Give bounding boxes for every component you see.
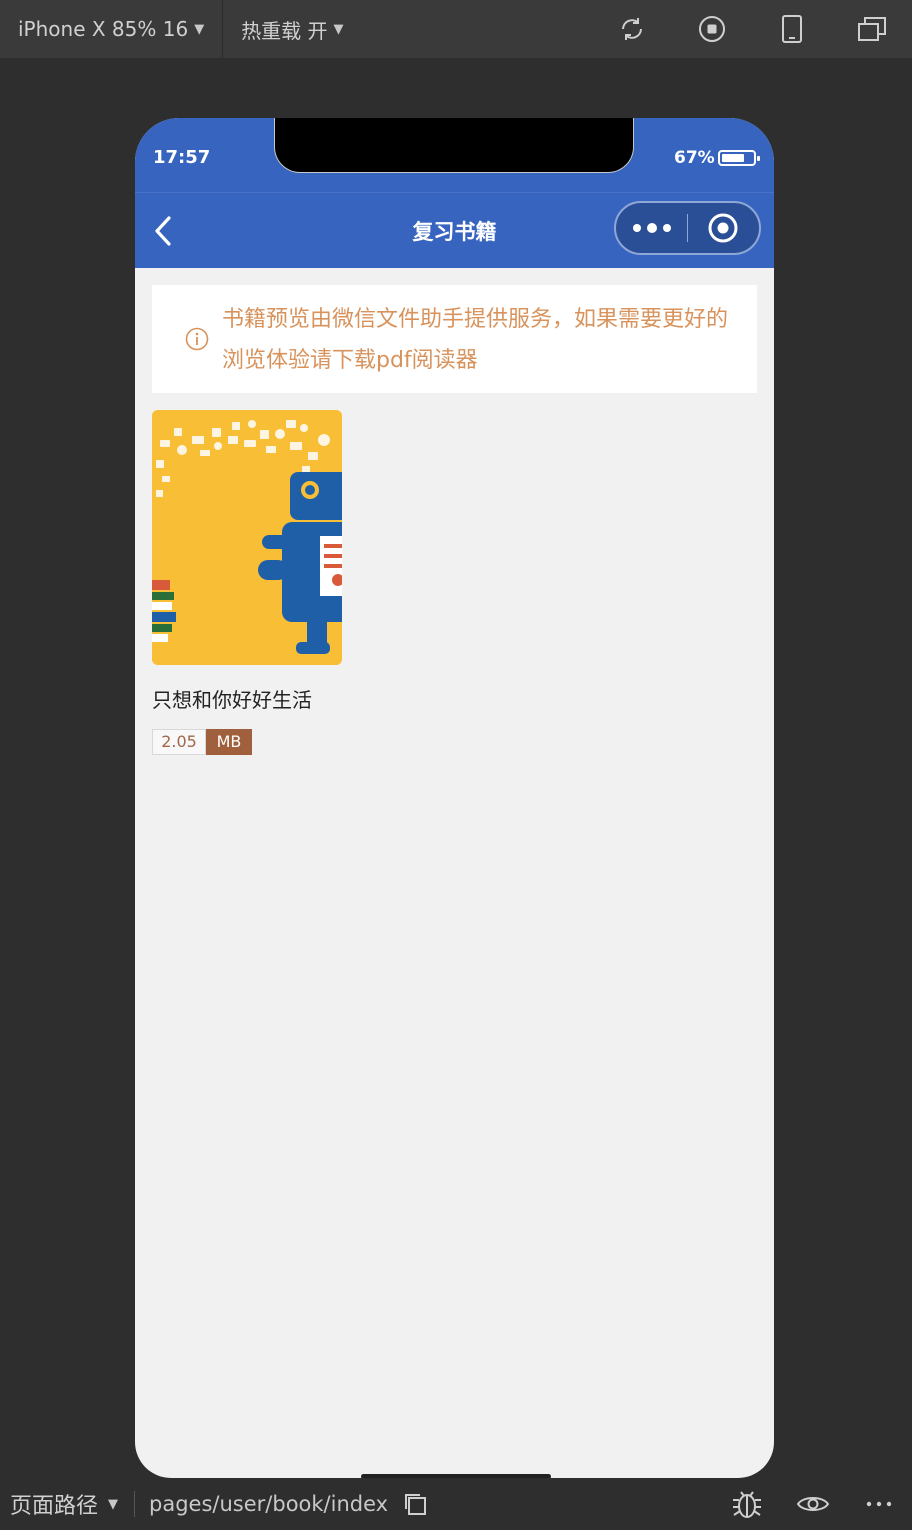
notch <box>274 118 634 173</box>
ide-bottom-bar: 页面路径 ▼ pages/user/book/index <box>0 1478 912 1530</box>
hot-reload-toggle[interactable]: 热重载 开 ▼ <box>223 0 361 58</box>
page-path-dropdown[interactable]: 页面路径 ▼ <box>0 1488 118 1520</box>
nav-bar: 复习书籍 <box>135 192 774 268</box>
bottom-bar-divider <box>134 1491 136 1517</box>
notice-text: 书籍预览由微信文件助手提供服务，如果需要更好的浏览体验请下载pdf阅读器 <box>222 307 729 373</box>
device-selector[interactable]: iPhone X 85% 16 ▼ <box>0 0 222 58</box>
copy-icon[interactable] <box>402 1491 428 1517</box>
more-icon[interactable] <box>616 203 687 253</box>
stop-icon[interactable] <box>672 0 752 58</box>
hot-reload-label: 热重载 开 <box>241 18 328 43</box>
phone-icon[interactable] <box>752 0 832 58</box>
close-target-icon[interactable] <box>688 203 759 253</box>
file-size-unit: MB <box>206 729 252 755</box>
ide-toolbar: iPhone X 85% 16 ▼ 热重载 开 ▼ <box>0 0 912 58</box>
book-cover-image[interactable] <box>152 410 342 665</box>
status-bar: 17:57 67% <box>135 118 774 192</box>
status-time: 17:57 <box>153 147 211 168</box>
window-icon[interactable] <box>832 0 912 58</box>
file-size-value: 2.05 <box>152 729 206 755</box>
debug-bug-icon[interactable] <box>714 1478 780 1530</box>
refresh-icon[interactable] <box>592 0 672 58</box>
page-path-label: 页面路径 <box>10 1494 99 1519</box>
caret-down-icon: ▼ <box>194 21 205 37</box>
book-title[interactable]: 只想和你好好生活 <box>152 685 342 715</box>
battery-percent: 67% <box>674 148 715 168</box>
preview-eye-icon[interactable] <box>780 1478 846 1530</box>
notice-banner: 书籍预览由微信文件助手提供服务，如果需要更好的浏览体验请下载pdf阅读器 <box>152 285 757 393</box>
battery-icon <box>718 150 760 166</box>
phone-simulator: 17:57 67% 复习书籍 书籍预览由微信文件助手提供服务，如果需要更好的浏览… <box>135 118 774 1478</box>
device-selector-label: iPhone X 85% 16 <box>18 17 189 41</box>
book-card[interactable]: 只想和你好好生活 2.05 MB <box>152 410 342 755</box>
file-size-badge: 2.05 MB <box>152 729 342 755</box>
more-options-icon[interactable] <box>846 1478 912 1530</box>
mini-program-capsule <box>614 201 761 255</box>
caret-down-icon: ▼ <box>108 1496 119 1512</box>
caret-down-icon: ▼ <box>333 21 344 37</box>
page-path-value: pages/user/book/index <box>149 1492 389 1516</box>
info-icon <box>185 327 209 351</box>
